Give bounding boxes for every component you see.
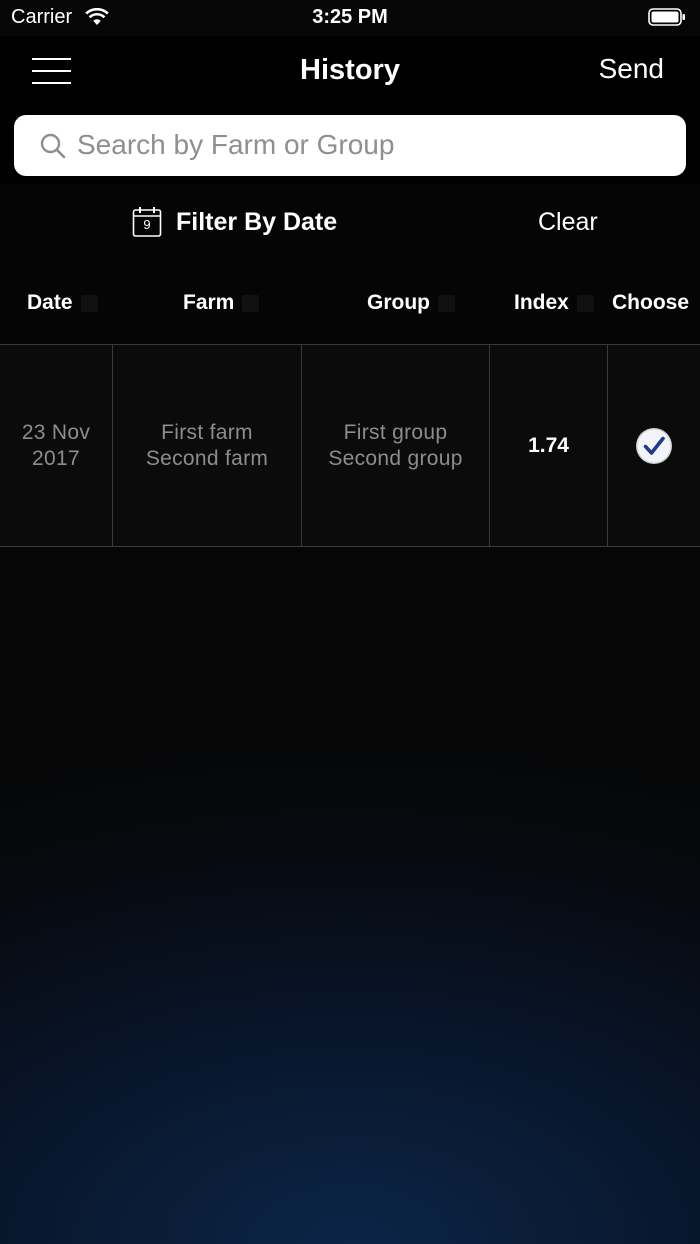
calendar-icon: 9: [132, 206, 162, 238]
choose-cell: [608, 345, 700, 546]
column-header-index[interactable]: Index: [514, 291, 594, 315]
sort-icon: [576, 294, 594, 312]
send-button[interactable]: Send: [599, 53, 664, 85]
filter-by-date-button[interactable]: 9 Filter By Date: [132, 202, 337, 242]
column-header-farm[interactable]: Farm: [183, 291, 260, 315]
filter-label: Filter By Date: [176, 207, 338, 236]
index-value: 1.74: [528, 433, 569, 457]
farm-name: Second farm: [145, 446, 269, 470]
group-name: First group: [343, 420, 448, 444]
battery-icon: [648, 8, 685, 26]
table-row[interactable]: 23 Nov 2017 First farm Second farm First…: [0, 344, 700, 547]
nav-bar: History Send: [0, 36, 700, 108]
date-cell: 23 Nov 2017: [0, 345, 113, 546]
column-label: Index: [514, 291, 569, 314]
search-input[interactable]: [77, 125, 667, 165]
page-title: History: [300, 54, 400, 86]
menu-button[interactable]: [32, 56, 72, 86]
column-label: Choose: [612, 291, 690, 314]
clock: 3:25 PM: [312, 6, 388, 28]
status-bar: Carrier 3:25 PM: [0, 0, 700, 36]
index-cell: 1.74: [490, 345, 608, 546]
search-field[interactable]: [14, 115, 686, 176]
column-label: Date: [27, 291, 73, 314]
column-label: Group: [367, 291, 430, 314]
checkmark-checkbox-icon[interactable]: [635, 427, 673, 465]
sort-icon: [242, 294, 260, 312]
farm-cell: First farm Second farm: [113, 345, 302, 546]
clear-button[interactable]: Clear: [538, 208, 598, 237]
filter-row: 9 Filter By Date Clear: [0, 184, 700, 260]
sort-icon: [80, 294, 98, 312]
group-cell: First group Second group: [302, 345, 490, 546]
table-header: Date Farm Group Index Choose: [0, 260, 700, 344]
calendar-day: 9: [143, 217, 151, 232]
column-header-group[interactable]: Group: [367, 291, 455, 315]
date-year: 2017: [32, 446, 80, 470]
group-name: Second group: [328, 446, 463, 470]
sort-icon: [438, 294, 455, 312]
search-bar: [0, 108, 700, 184]
column-header-date[interactable]: Date: [27, 291, 98, 315]
farm-name: First farm: [161, 420, 253, 444]
date-day: 23 Nov: [21, 420, 91, 444]
search-icon: [40, 133, 66, 159]
column-header-choose: Choose: [612, 291, 689, 315]
column-label: Farm: [183, 291, 235, 314]
